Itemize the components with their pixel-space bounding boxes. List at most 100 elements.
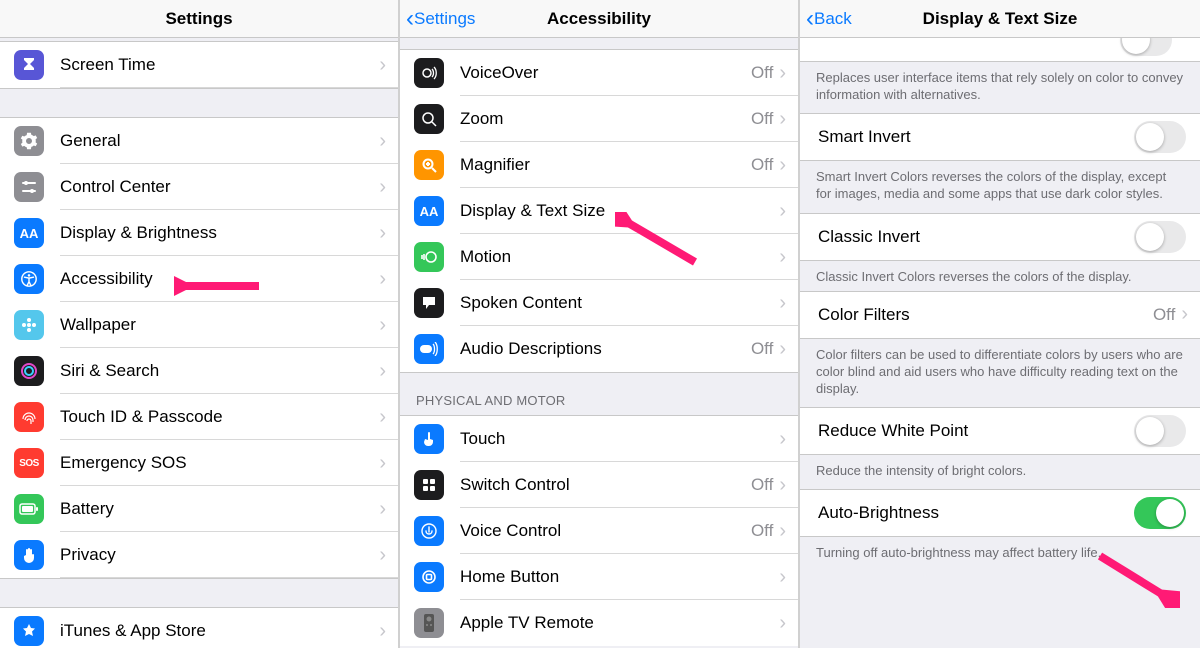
row-magnifier[interactable]: Magnifier Off ›	[400, 142, 798, 188]
sos-icon: SOS	[14, 448, 44, 478]
row-display-text-size[interactable]: AA Display & Text Size ›	[400, 188, 798, 234]
section-footer: Classic Invert Colors reverses the color…	[800, 261, 1200, 291]
navbar: ‹Settings Accessibility	[400, 0, 798, 38]
voiceover-icon	[414, 58, 444, 88]
row-wallpaper[interactable]: Wallpaper ›	[0, 302, 398, 348]
gear-icon	[14, 126, 44, 156]
row-itunes-appstore[interactable]: iTunes & App Store ›	[0, 608, 398, 648]
row-label: Smart Invert	[818, 127, 1134, 147]
section-footer: Replaces user interface items that rely …	[800, 62, 1200, 113]
toggle-switch[interactable]	[1134, 221, 1186, 253]
row-screen-time[interactable]: Screen Time ›	[0, 42, 398, 88]
chevron-right-icon: ›	[779, 246, 798, 269]
chevron-right-icon: ›	[779, 338, 798, 361]
row-label: Accessibility	[60, 269, 379, 289]
chevron-right-icon: ›	[779, 62, 798, 85]
row-audio-descriptions[interactable]: Audio Descriptions Off ›	[400, 326, 798, 372]
section-header: PHYSICAL AND MOTOR	[400, 372, 798, 416]
row-value: Off	[751, 521, 773, 541]
back-label: Settings	[414, 9, 475, 29]
row-motion[interactable]: Motion ›	[400, 234, 798, 280]
row-zoom[interactable]: Zoom Off ›	[400, 96, 798, 142]
row-value: Off	[751, 475, 773, 495]
toggle-switch-partial[interactable]	[1120, 38, 1172, 56]
section-footer: Smart Invert Colors reverses the colors …	[800, 161, 1200, 212]
row-voiceover[interactable]: VoiceOver Off ›	[400, 50, 798, 96]
row-label: Motion	[460, 247, 779, 267]
touch-icon	[414, 424, 444, 454]
row-display-brightness[interactable]: AA Display & Brightness ›	[0, 210, 398, 256]
row-apple-tv-remote[interactable]: Apple TV Remote ›	[400, 600, 798, 646]
row-label: Control Center	[60, 177, 379, 197]
toggle-switch[interactable]	[1134, 121, 1186, 153]
row-siri-search[interactable]: Siri & Search ›	[0, 348, 398, 394]
row-privacy[interactable]: Privacy ›	[0, 532, 398, 578]
back-button[interactable]: ‹Settings	[400, 7, 475, 31]
sliders-icon	[14, 172, 44, 202]
row-label: Classic Invert	[818, 227, 1134, 247]
page-title: Display & Text Size	[800, 9, 1200, 29]
chevron-right-icon: ›	[379, 130, 398, 153]
fingerprint-icon	[14, 402, 44, 432]
pane-display-text-size: ‹Back Display & Text Size Replaces user …	[800, 0, 1200, 648]
section-footer: Reduce the intensity of bright colors.	[800, 455, 1200, 489]
row-voice-control[interactable]: Voice Control Off ›	[400, 508, 798, 554]
chevron-right-icon: ›	[779, 200, 798, 223]
row-label: Audio Descriptions	[460, 339, 751, 359]
chevron-right-icon: ›	[779, 292, 798, 315]
row-value: Off	[1153, 305, 1175, 325]
chevron-left-icon: ‹	[806, 7, 814, 31]
row-label: Reduce White Point	[818, 421, 1134, 441]
row-label: Touch	[460, 429, 779, 449]
section-footer: Turning off auto-brightness may affect b…	[800, 537, 1200, 571]
chevron-right-icon: ›	[1181, 303, 1200, 326]
row-label: VoiceOver	[460, 63, 751, 83]
row-label: Touch ID & Passcode	[60, 407, 379, 427]
row-label: Zoom	[460, 109, 751, 129]
row-home-button[interactable]: Home Button ›	[400, 554, 798, 600]
row-emergency-sos[interactable]: SOS Emergency SOS ›	[0, 440, 398, 486]
row-value: Off	[751, 155, 773, 175]
row-reduce-white-point[interactable]: Reduce White Point	[800, 408, 1200, 454]
flower-icon	[14, 310, 44, 340]
toggle-switch[interactable]	[1134, 415, 1186, 447]
row-label: Home Button	[460, 567, 779, 587]
back-label: Back	[814, 9, 852, 29]
back-button[interactable]: ‹Back	[800, 7, 852, 31]
row-spoken-content[interactable]: Spoken Content ›	[400, 280, 798, 326]
row-classic-invert[interactable]: Classic Invert	[800, 214, 1200, 260]
chevron-right-icon: ›	[379, 620, 398, 643]
page-title: Settings	[0, 9, 398, 29]
row-control-center[interactable]: Control Center ›	[0, 164, 398, 210]
row-switch-control[interactable]: Switch Control Off ›	[400, 462, 798, 508]
remote-icon	[414, 608, 444, 638]
accessibility-icon	[14, 264, 44, 294]
row-battery[interactable]: Battery ›	[0, 486, 398, 532]
voice-control-icon	[414, 516, 444, 546]
chevron-right-icon: ›	[379, 498, 398, 521]
chevron-right-icon: ›	[379, 406, 398, 429]
row-label: Battery	[60, 499, 379, 519]
siri-icon	[14, 356, 44, 386]
row-label: Display & Text Size	[460, 201, 779, 221]
row-label: Wallpaper	[60, 315, 379, 335]
row-color-filters[interactable]: Color Filters Off ›	[800, 292, 1200, 338]
chevron-right-icon: ›	[779, 474, 798, 497]
row-touchid-passcode[interactable]: Touch ID & Passcode ›	[0, 394, 398, 440]
row-label: Magnifier	[460, 155, 751, 175]
toggle-switch[interactable]	[1134, 497, 1186, 529]
row-touch[interactable]: Touch ›	[400, 416, 798, 462]
row-smart-invert[interactable]: Smart Invert	[800, 114, 1200, 160]
row-label: Switch Control	[460, 475, 751, 495]
textsize-icon: AA	[414, 196, 444, 226]
row-value: Off	[751, 339, 773, 359]
row-label: Auto-Brightness	[818, 503, 1134, 523]
row-auto-brightness[interactable]: Auto-Brightness	[800, 490, 1200, 536]
row-general[interactable]: General ›	[0, 118, 398, 164]
row-accessibility[interactable]: Accessibility ›	[0, 256, 398, 302]
navbar: ‹Back Display & Text Size	[800, 0, 1200, 38]
section-footer: Color filters can be used to differentia…	[800, 339, 1200, 407]
speech-bubble-icon	[414, 288, 444, 318]
chevron-right-icon: ›	[779, 566, 798, 589]
chevron-right-icon: ›	[779, 520, 798, 543]
